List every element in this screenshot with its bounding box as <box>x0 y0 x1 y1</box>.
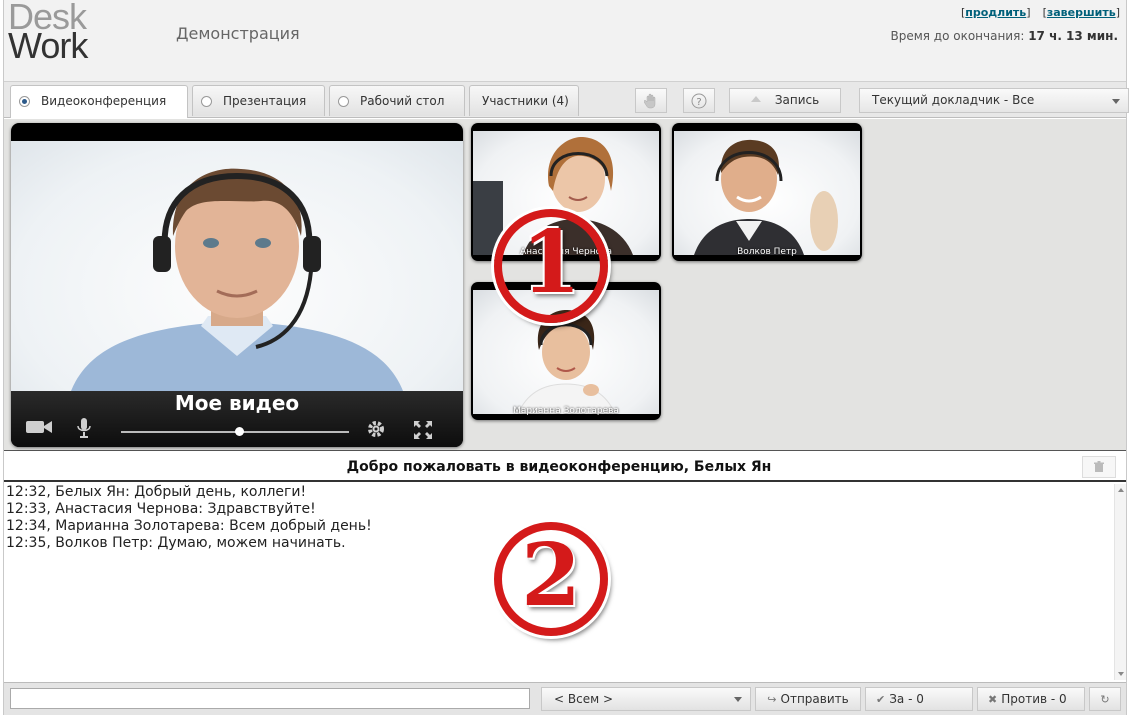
tab-desktop[interactable]: Рабочий стол <box>329 85 465 116</box>
scroll-up-icon[interactable] <box>1118 488 1124 492</box>
speaker-select-value: Текущий докладчик - Все <box>872 93 1035 107</box>
tab-label: Презентация <box>223 94 307 108</box>
vote-for-label: За - 0 <box>889 692 924 706</box>
participant-video[interactable]: Волков Петр <box>672 123 862 261</box>
volume-slider[interactable] <box>121 427 349 436</box>
marker-number: 1 <box>521 212 581 313</box>
slider-knob[interactable] <box>235 427 244 436</box>
page-title: Демонстрация <box>176 24 300 43</box>
main-video-panel: Мое видео <box>11 123 463 447</box>
record-label: Запись <box>774 93 820 107</box>
app-window: Desk Work Демонстрация [продлить] [заверш… <box>3 0 1129 715</box>
finish-link[interactable]: завершить <box>1047 6 1116 19</box>
gear-icon <box>368 421 384 437</box>
raise-hand-button[interactable] <box>635 88 667 113</box>
hand-icon <box>643 93 656 109</box>
callout-marker-1: 1 <box>494 209 608 323</box>
header: Desk Work Демонстрация [продлить] [заверш… <box>4 0 1126 82</box>
participant-video-frame <box>674 131 860 255</box>
svg-text:?: ? <box>696 97 701 108</box>
video-area: Мое видео Анастасия Чернова Волков Петр … <box>4 119 1126 451</box>
chat-message: 12:33, Анастасия Чернова: Здравствуйте! <box>6 501 316 517</box>
tab-presentation[interactable]: Презентация <box>192 85 325 116</box>
settings-button[interactable] <box>366 419 386 444</box>
marker-number: 2 <box>521 525 581 626</box>
main-video-caption: Мое видео <box>174 391 300 415</box>
chat-footer: < Всем > ↪ Отправить ✔ За - 0 ✖ Против - 0 … <box>4 682 1126 715</box>
participant-name: Марианна Золотарева <box>513 406 619 416</box>
chevron-down-icon <box>1112 99 1120 104</box>
chat-scrollbar[interactable] <box>1114 484 1126 680</box>
tab-participants[interactable]: Участники (4) <box>469 85 579 116</box>
question-icon: ? <box>691 93 707 109</box>
scroll-down-icon[interactable] <box>1118 672 1124 676</box>
vote-against-label: Против - 0 <box>1001 692 1067 706</box>
fullscreen-icon <box>414 421 432 439</box>
clear-chat-button[interactable] <box>1082 456 1116 478</box>
record-button[interactable]: Запись <box>729 88 841 113</box>
cross-icon: ✖ <box>988 693 998 706</box>
microphone-icon <box>77 418 91 438</box>
chat-messages: 12:32, Белых Ян: Добрый день, коллеги! 1… <box>4 484 1114 680</box>
recipient-select-value: < Всем > <box>554 692 614 706</box>
tab-label: Участники (4) <box>482 94 569 108</box>
send-icon: ↪ <box>767 693 777 706</box>
help-button[interactable]: ? <box>683 88 715 113</box>
main-video-frame <box>11 141 463 391</box>
tab-label: Рабочий стол <box>360 94 445 108</box>
vote-against-button[interactable]: ✖ Против - 0 <box>977 687 1085 711</box>
camera-toggle[interactable] <box>25 419 53 440</box>
trash-icon <box>1094 461 1104 472</box>
tab-label: Видеоконференция <box>41 94 167 108</box>
chat-title: Добро пожаловать в видеоконференцию, Бел… <box>346 459 772 475</box>
presenter-video-image <box>71 168 403 391</box>
chat-header: Добро пожаловать в видеоконференцию, Бел… <box>4 452 1126 482</box>
radio-icon <box>201 96 212 107</box>
participant-name: Волков Петр <box>737 247 797 257</box>
camera-icon <box>26 421 52 433</box>
vote-for-button[interactable]: ✔ За - 0 <box>865 687 973 711</box>
callout-marker-2: 2 <box>494 522 608 636</box>
timer-value: 17 ч. 13 мин. <box>1028 29 1118 43</box>
microphone-toggle[interactable] <box>77 417 91 444</box>
logo: Desk Work <box>8 0 88 66</box>
recipient-select[interactable]: < Всем > <box>541 687 751 711</box>
chat-message: 12:32, Белых Ян: Добрый день, коллеги! <box>6 484 307 500</box>
toolbar: Видеоконференция Презентация Рабочий сто… <box>4 82 1129 118</box>
record-icon <box>750 96 761 102</box>
send-button[interactable]: ↪ Отправить <box>755 687 861 711</box>
current-speaker-select[interactable]: Текущий докладчик - Все <box>859 88 1129 113</box>
chevron-down-icon <box>734 697 742 702</box>
radio-icon <box>338 96 349 107</box>
logo-line-2: Work <box>8 25 88 66</box>
timer-label: Время до окончания: <box>890 29 1025 43</box>
radio-icon <box>19 96 30 107</box>
message-input[interactable] <box>10 688 530 709</box>
tab-videoconference[interactable]: Видеоконференция <box>10 85 188 118</box>
fullscreen-button[interactable] <box>413 420 433 445</box>
header-links: [продлить] [завершить] <box>960 6 1120 19</box>
checkmark-icon: ✔ <box>876 693 886 706</box>
refresh-button[interactable]: ↻ <box>1089 687 1121 711</box>
send-label: Отправить <box>780 692 849 706</box>
refresh-icon: ↻ <box>1100 693 1110 706</box>
time-remaining: Время до окончания: 17 ч. 13 мин. <box>890 29 1118 43</box>
prolong-link[interactable]: продлить <box>965 6 1026 19</box>
participant-image <box>694 139 838 255</box>
